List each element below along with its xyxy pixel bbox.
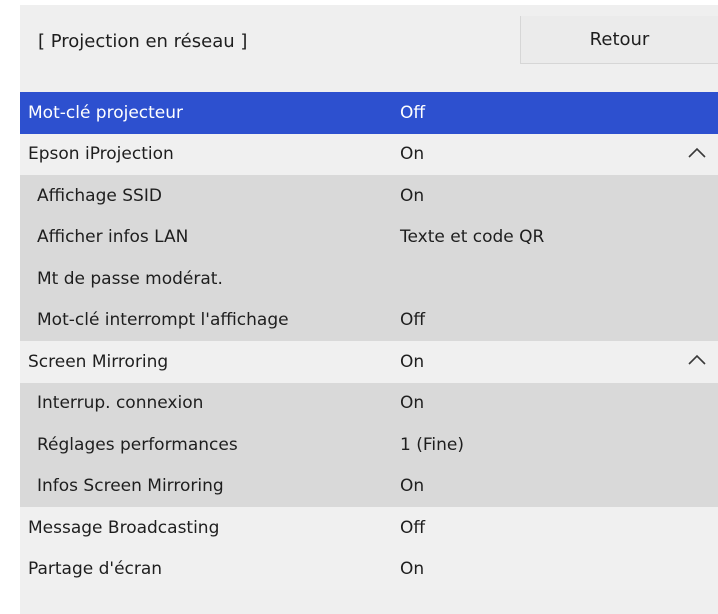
menu-row-value: On — [400, 559, 425, 580]
menu-row-label: Message Broadcasting — [28, 517, 220, 538]
menu-row-mot-cle-projecteur[interactable]: Mot-clé projecteur Off — [20, 92, 718, 134]
menu-bottom-spacer — [20, 590, 718, 608]
menu-row-afficher-infos-lan[interactable]: Afficher infos LAN Texte et code QR — [20, 216, 718, 258]
menu-row-label: Mt de passe modérat. — [37, 268, 223, 289]
menu-row-partage-d-ecran[interactable]: Partage d'écran On — [20, 548, 718, 590]
menu-row-interrup-connexion[interactable]: Interrup. connexion On — [20, 382, 718, 424]
menu-row-value: Off — [400, 102, 426, 123]
menu-header: [ Projection en réseau ] Retour — [20, 5, 718, 87]
menu-row-label: Mot-clé interrompt l'affichage — [37, 310, 289, 331]
menu-row-value: On — [400, 476, 425, 497]
menu-row-value: Off — [400, 517, 426, 538]
menu-row-label: Infos Screen Mirroring — [37, 476, 224, 497]
menu-row-label: Epson iProjection — [28, 144, 174, 165]
menu-row-label: Afficher infos LAN — [37, 227, 189, 248]
menu-row-value: On — [400, 144, 425, 165]
menu-row-value: On — [400, 185, 425, 206]
chevron-up-icon — [688, 354, 706, 365]
menu-row-label: Partage d'écran — [28, 559, 163, 580]
menu-row-message-broadcasting[interactable]: Message Broadcasting Off — [20, 507, 718, 549]
menu-row-mt-de-passe-moderat[interactable]: Mt de passe modérat. — [20, 258, 718, 300]
menu-row-mot-cle-interrompt-l-affichage[interactable]: Mot-clé interrompt l'affichage Off — [20, 299, 718, 341]
menu-row-screen-mirroring[interactable]: Screen Mirroring On — [20, 341, 718, 383]
menu-row-label: Interrup. connexion — [37, 393, 204, 414]
menu-row-label: Réglages performances — [37, 434, 238, 455]
menu-row-value: On — [400, 351, 425, 372]
back-button[interactable]: Retour — [520, 16, 718, 64]
network-projection-panel: [ Projection en réseau ] Retour Mot-clé … — [20, 5, 718, 614]
menu-row-reglages-performances[interactable]: Réglages performances 1 (Fine) — [20, 424, 718, 466]
menu-row-value: Texte et code QR — [400, 227, 545, 248]
menu-row-label: Affichage SSID — [37, 185, 162, 206]
menu-row-epson-iprojection[interactable]: Epson iProjection On — [20, 133, 718, 175]
menu-row-label: Screen Mirroring — [28, 351, 169, 372]
menu-row-affichage-ssid[interactable]: Affichage SSID On — [20, 175, 718, 217]
menu-row-value: Off — [400, 310, 426, 331]
menu-row-value: 1 (Fine) — [400, 434, 464, 455]
menu-row-value: On — [400, 393, 425, 414]
menu-row-infos-screen-mirroring[interactable]: Infos Screen Mirroring On — [20, 465, 718, 507]
settings-menu: Mot-clé projecteur Off Epson iProjection… — [20, 92, 718, 608]
menu-row-label: Mot-clé projecteur — [28, 102, 184, 123]
page-title: [ Projection en réseau ] — [38, 31, 248, 52]
chevron-up-icon — [688, 147, 706, 158]
